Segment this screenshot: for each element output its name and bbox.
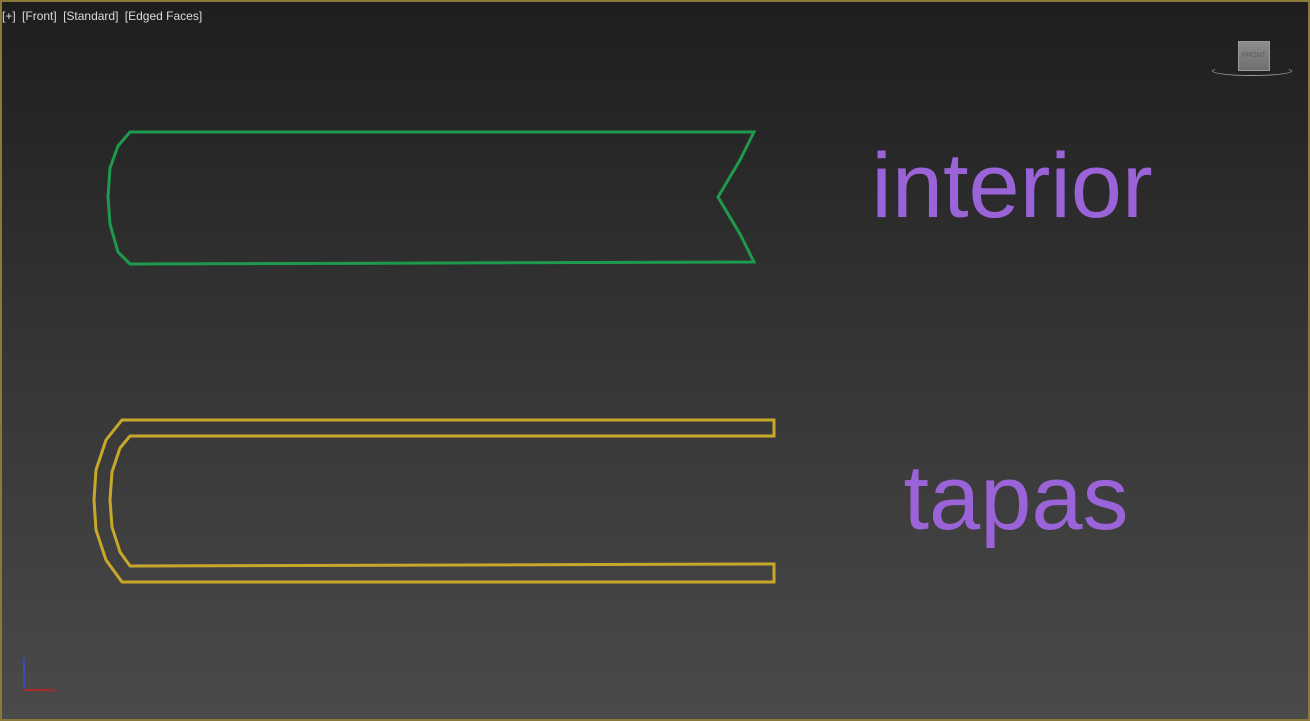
axis-tripod-icon: z x — [22, 655, 56, 695]
interior-shape[interactable] — [106, 130, 757, 266]
viewport-front[interactable]: [+] [Front] [Standard] [Edged Faces] int… — [0, 0, 1310, 721]
interior-label: interior — [871, 135, 1152, 237]
viewcube-compass-ring[interactable] — [1212, 66, 1292, 76]
viewcube[interactable]: FRONT — [1210, 38, 1294, 84]
z-axis-label: z — [22, 655, 26, 664]
tapas-shape[interactable] — [92, 418, 776, 584]
x-axis-label: x — [52, 686, 56, 695]
scene-canvas[interactable]: interior tapas — [2, 2, 1308, 719]
tapas-label: tapas — [903, 447, 1128, 549]
